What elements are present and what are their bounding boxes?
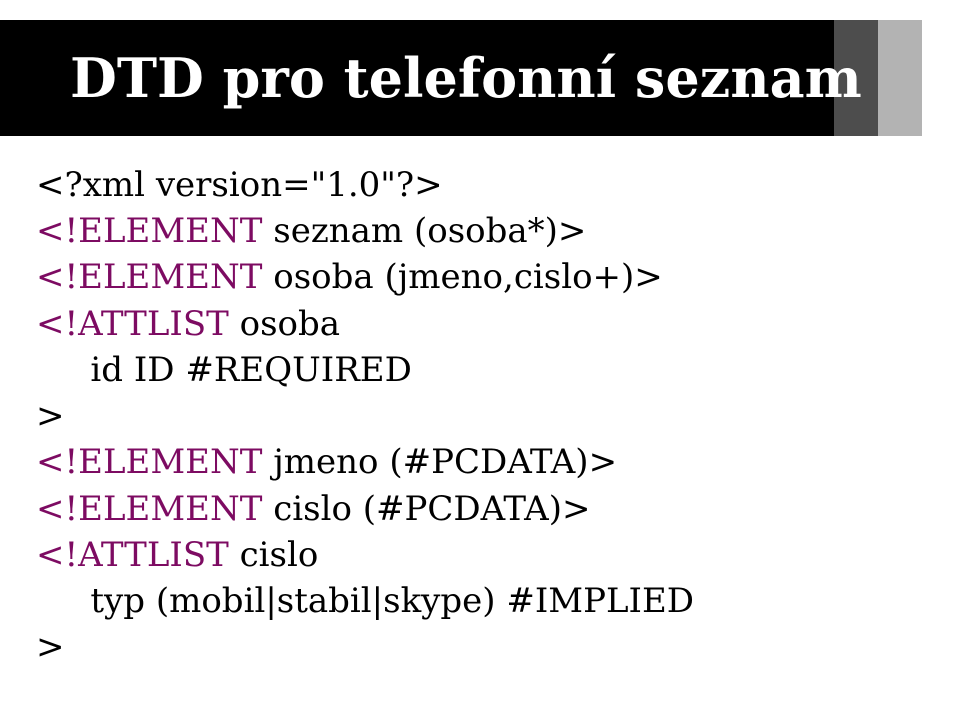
kw-element: <!ELEMENT — [36, 211, 262, 251]
kw-element: <!ELEMENT — [36, 442, 262, 482]
close-bracket: > — [36, 396, 65, 436]
kw-element: <!ELEMENT — [36, 257, 262, 297]
el-content: (#PCDATA)> — [389, 442, 617, 482]
title-band: DTD pro telefonní seznam — [0, 20, 959, 136]
close-bracket: > — [36, 627, 65, 667]
el-content: (#PCDATA)> — [363, 489, 591, 529]
band-segment-white — [922, 20, 959, 136]
el-content: (jmeno,cislo+)> — [384, 257, 662, 297]
el-name: osoba — [262, 257, 384, 297]
xml-declaration: <?xml version="1.0"?> — [36, 165, 443, 205]
kw-element: <!ELEMENT — [36, 489, 262, 529]
el-name: jmeno — [262, 442, 389, 482]
slide: DTD pro telefonní seznam <?xml version="… — [0, 0, 959, 719]
el-name: cislo — [262, 489, 362, 529]
slide-title: DTD pro telefonní seznam — [70, 20, 862, 136]
el-content: (osoba*)> — [414, 211, 586, 251]
attr-def: typ (mobil|stabil|skype) #IMPLIED — [90, 581, 694, 621]
kw-attlist: <!ATTLIST — [36, 535, 229, 575]
el-name: cislo — [229, 535, 319, 575]
kw-attlist: <!ATTLIST — [36, 304, 229, 344]
dtd-code-block: <?xml version="1.0"?> <!ELEMENT seznam (… — [36, 162, 694, 671]
band-segment-lightgray — [878, 20, 922, 136]
attr-def: id ID #REQUIRED — [90, 350, 412, 390]
el-name: seznam — [262, 211, 414, 251]
el-name: osoba — [229, 304, 340, 344]
